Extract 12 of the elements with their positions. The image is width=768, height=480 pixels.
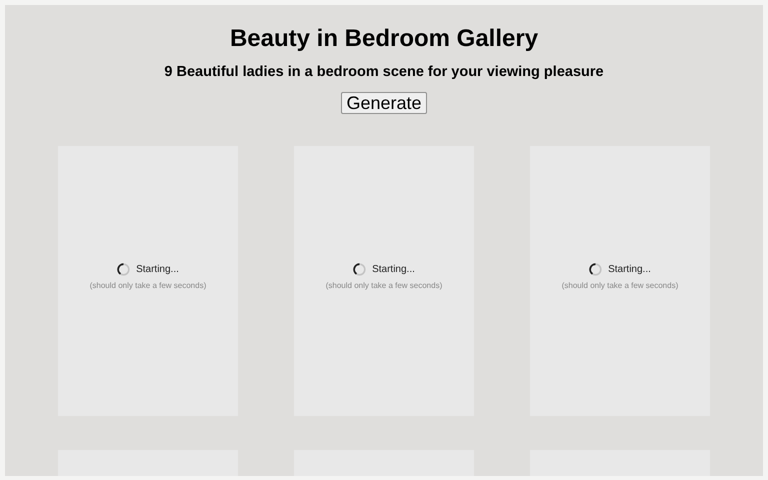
spinner-icon bbox=[117, 263, 130, 276]
subtitle: 9 Beautiful ladies in a bedroom scene for your viewing pleasure bbox=[164, 63, 604, 81]
loading-note: (should only take a few seconds) bbox=[326, 281, 442, 291]
generate-button[interactable]: Generate bbox=[341, 92, 427, 114]
page-title: Beauty in Bedroom Gallery bbox=[230, 24, 538, 54]
loading-note: (should only take a few seconds) bbox=[562, 281, 678, 291]
loading-status: Starting... bbox=[372, 264, 415, 276]
spinner-icon bbox=[353, 263, 366, 276]
spinner-icon bbox=[589, 263, 602, 276]
loading-status: Starting... bbox=[608, 264, 651, 276]
loading-status: Starting... bbox=[136, 264, 179, 276]
loading-note: (should only take a few seconds) bbox=[90, 281, 206, 291]
